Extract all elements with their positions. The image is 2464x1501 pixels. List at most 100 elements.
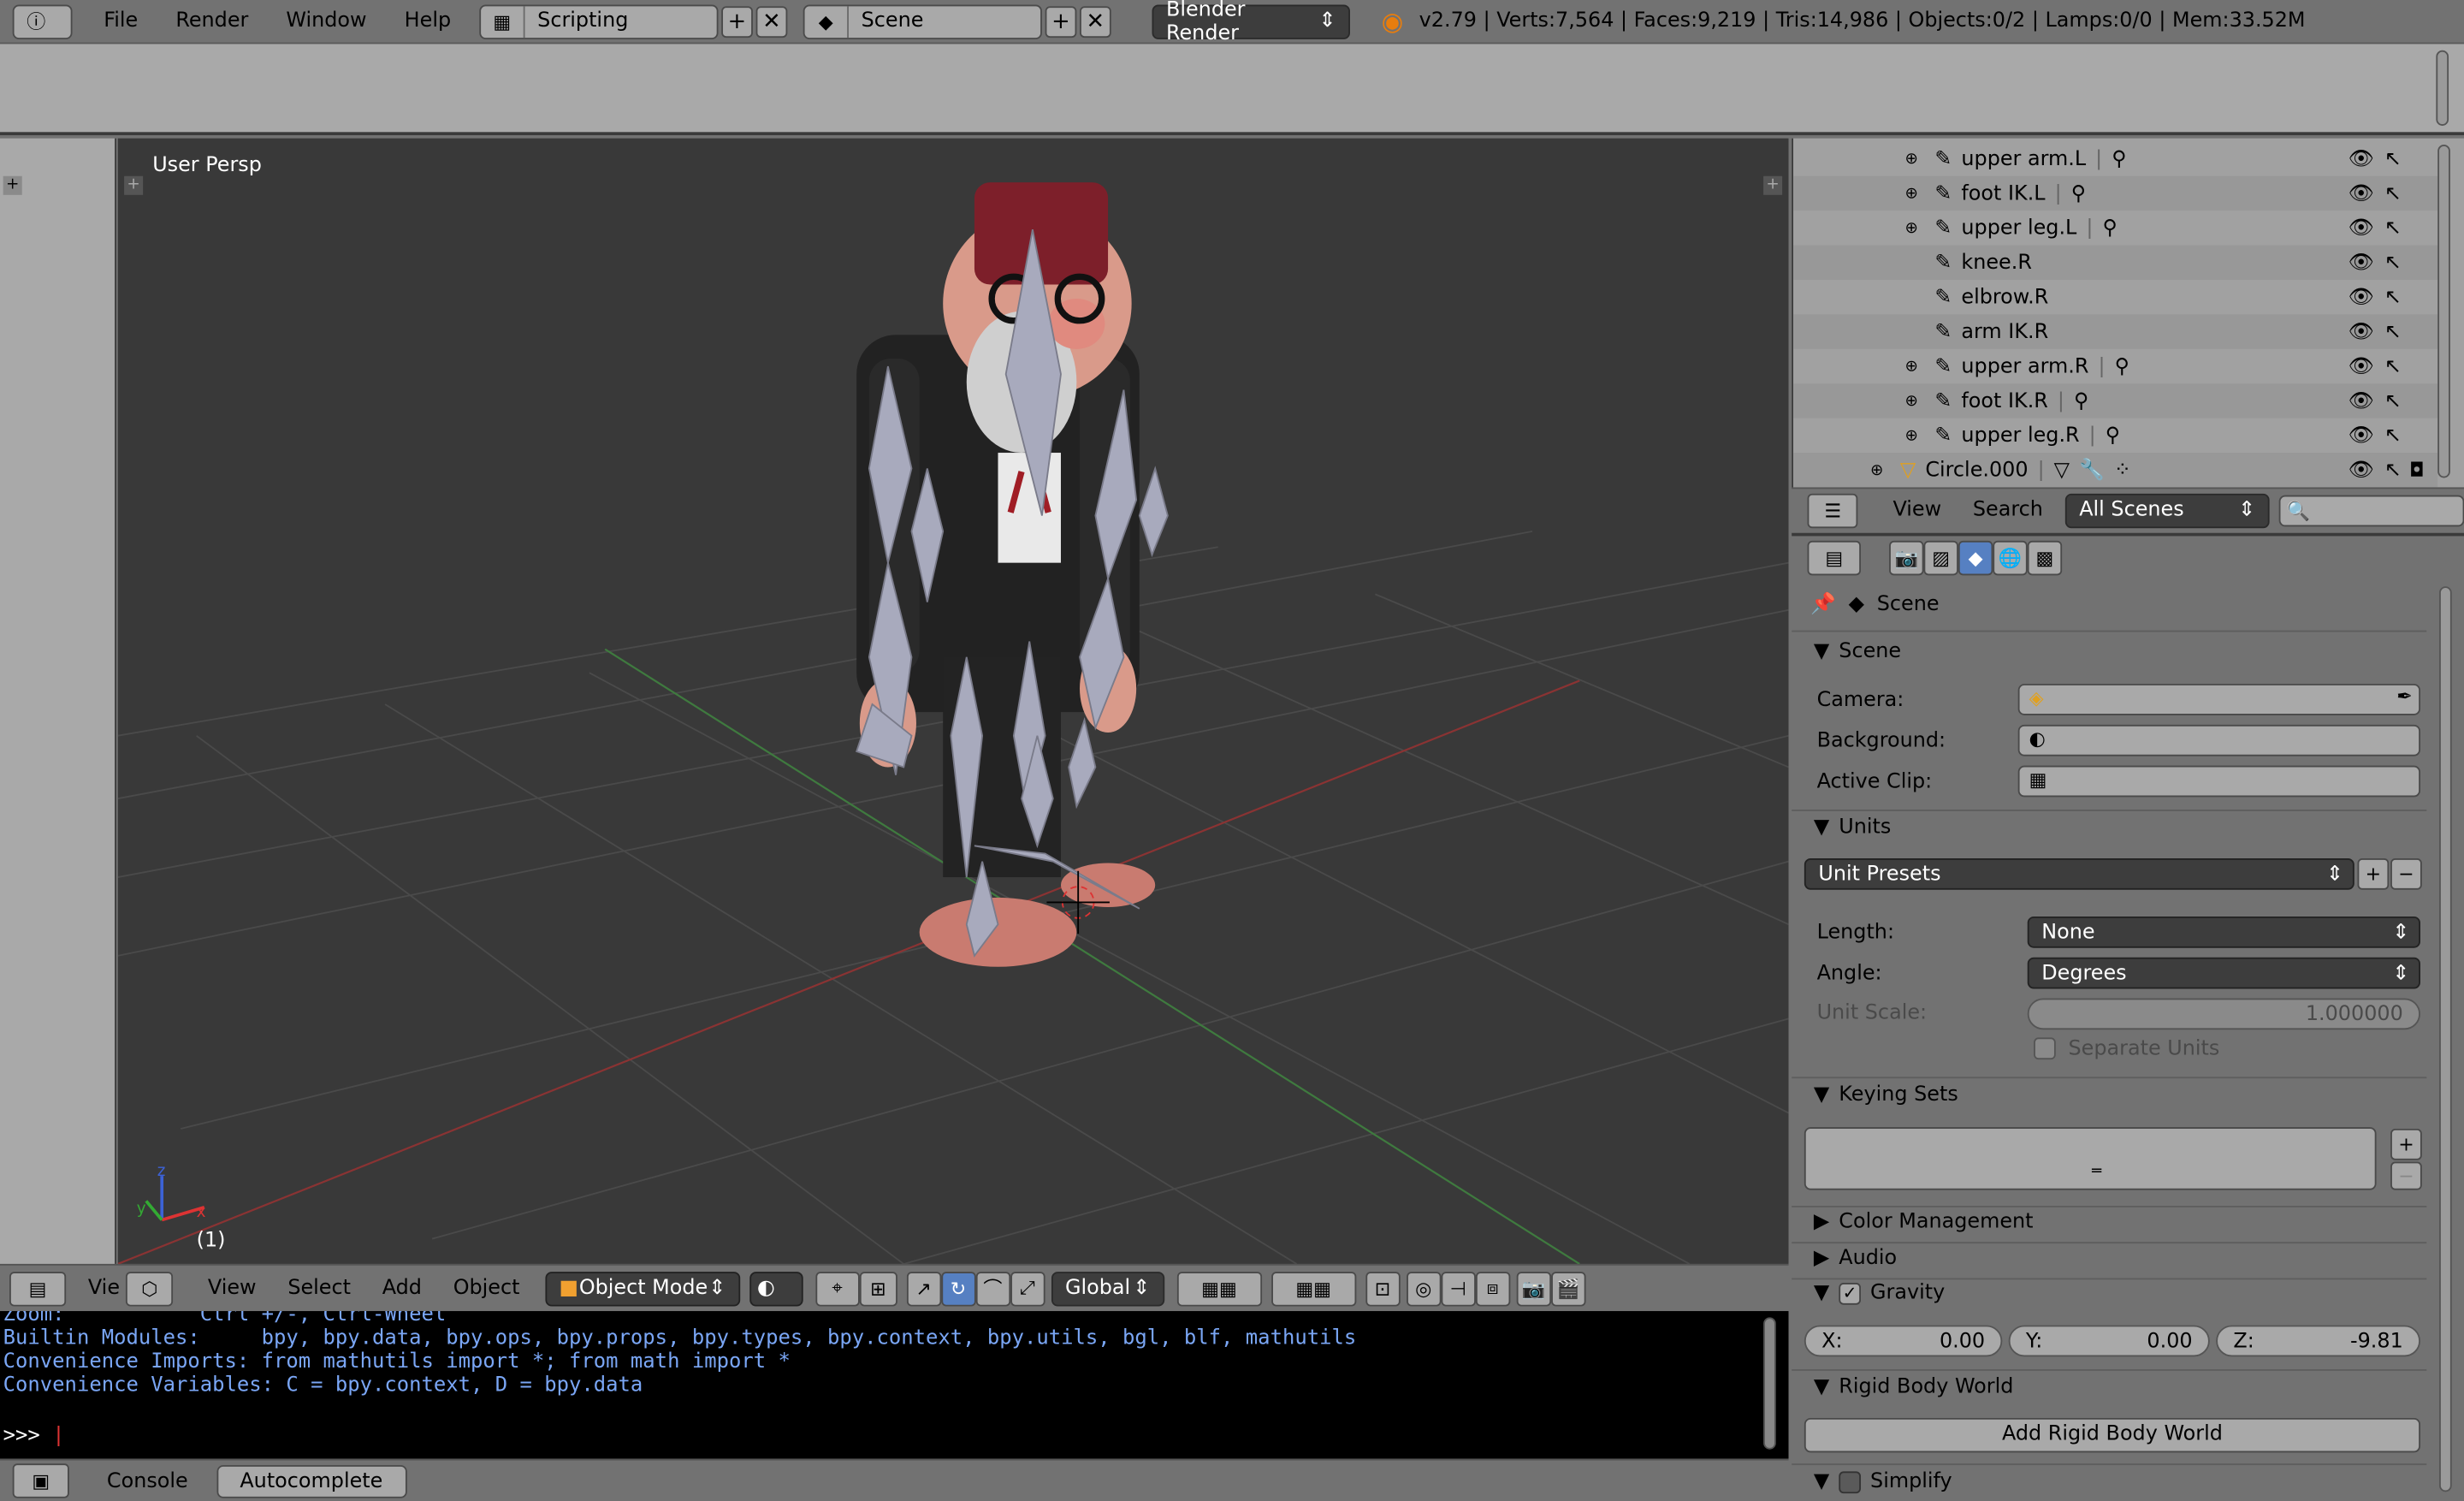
length-selector[interactable]: None ⇕ xyxy=(2027,916,2420,948)
select-cursor-icon[interactable]: ↖ xyxy=(2384,320,2402,344)
world-tab-icon[interactable]: 🌐 xyxy=(1993,540,2028,576)
list-resize-handle-icon[interactable]: ═ xyxy=(2092,1163,2101,1180)
viewport-shading-selector[interactable]: ◐ xyxy=(749,1271,803,1306)
editor-type-properties-icon[interactable]: ▤ xyxy=(1807,540,1862,576)
eye-icon[interactable]: 👁 xyxy=(2348,251,2373,275)
expand-icon[interactable]: ⊕ xyxy=(1904,219,1917,236)
render-tab-icon[interactable]: 📷 xyxy=(1889,540,1924,576)
outliner-row[interactable]: ⊕ ✎ upper leg.L | ⚲ 👁 ↖ xyxy=(1793,211,2437,245)
bone-name[interactable]: arm IK.R xyxy=(1961,320,2048,344)
viewport-expand-icon[interactable]: + xyxy=(124,175,144,195)
select-cursor-icon[interactable]: ↖ xyxy=(2384,424,2402,448)
eye-icon[interactable]: 👁 xyxy=(2348,147,2373,171)
outliner-row[interactable]: ✎ elbrow.R 👁 ↖ xyxy=(1793,280,2437,314)
tool-shelf-expand-icon[interactable]: + xyxy=(3,175,22,195)
outliner-row[interactable]: ✎ arm IK.R 👁 ↖ xyxy=(1793,314,2438,349)
add-layout-button[interactable]: + xyxy=(721,5,753,38)
gravity-y-field[interactable]: Y: 0.00 xyxy=(2008,1325,2210,1357)
layers-grid-2[interactable]: ▦▦ xyxy=(1270,1271,1356,1306)
render-animation-icon[interactable]: 🎬 xyxy=(1550,1271,1585,1306)
outliner-display-mode-selector[interactable]: All Scenes ⇕ xyxy=(2064,492,2270,528)
eye-icon[interactable]: 👁 xyxy=(2348,389,2373,413)
menu-help[interactable]: Help xyxy=(386,0,471,44)
console-editor-type-selector[interactable]: ▤ xyxy=(9,1271,67,1306)
view-menu-abbrev[interactable]: Vie xyxy=(66,1277,126,1301)
add-scene-button[interactable]: + xyxy=(1045,5,1077,38)
3d-viewport[interactable]: z x y User Persp (1) + + xyxy=(117,138,1789,1264)
outliner-row[interactable]: ⊕ ✎ upper arm.L | ⚲ 👁 ↖ xyxy=(1793,141,2437,175)
select-cursor-icon[interactable]: ↖ xyxy=(2384,181,2402,205)
eye-icon[interactable]: 👁 xyxy=(2348,320,2373,344)
transform-orientation-selector[interactable]: Global ⇕ xyxy=(1051,1271,1164,1306)
menu-window[interactable]: Window xyxy=(267,0,385,44)
keying-sets-panel-header[interactable]: ▼ Keying Sets xyxy=(1814,1083,1958,1107)
expand-icon[interactable]: ⊕ xyxy=(1904,150,1917,167)
gravity-x-field[interactable]: X: 0.00 xyxy=(1804,1325,2003,1357)
scale-manipulator-icon[interactable]: ⌒ xyxy=(975,1271,1010,1306)
eye-icon[interactable]: 👁 xyxy=(2348,458,2373,482)
active-clip-field[interactable]: ▦ xyxy=(2017,765,2420,798)
outliner-row[interactable]: ⊕ ✎ upper arm.R | ⚲ 👁 ↖ xyxy=(1793,349,2437,383)
snap-icon[interactable]: ⊣ xyxy=(1440,1271,1476,1306)
simplify-panel-header[interactable]: ▼ Simplify xyxy=(1814,1470,1952,1494)
eye-icon[interactable]: 👁 xyxy=(2348,181,2373,205)
render-opengl-icon[interactable]: 📷 xyxy=(1516,1271,1551,1306)
outliner-row[interactable]: ⊕ ▽ Circle.000 | ▽ 🔧 ⁘ 👁 ↖ ◘ xyxy=(1793,453,2438,488)
layers-grid-1[interactable]: ▦▦ xyxy=(1176,1271,1262,1306)
gravity-checkbox[interactable]: ✓ xyxy=(1839,1282,1862,1304)
console-menu[interactable]: Console xyxy=(92,1469,204,1493)
eye-icon[interactable]: 👁 xyxy=(2348,285,2373,309)
editor-type-console-icon[interactable]: ▣ xyxy=(12,1463,69,1498)
outliner-row[interactable]: ⊕ ✎ foot IK.R | ⚲ 👁 ↖ xyxy=(1793,383,2438,418)
color-management-panel-header[interactable]: ▶ Color Management xyxy=(1814,1210,2034,1234)
menu-add[interactable]: Add xyxy=(366,1277,437,1301)
simplify-checkbox[interactable] xyxy=(1839,1470,1862,1493)
delete-layout-button[interactable]: ✕ xyxy=(755,5,788,38)
outliner-scrollbar[interactable] xyxy=(2437,145,2450,478)
proportional-edit-icon[interactable]: ◎ xyxy=(1406,1271,1441,1306)
editor-type-selector[interactable]: ⓘ xyxy=(12,3,73,39)
outliner-row[interactable]: ⊕ ✎ upper leg.R | ⚲ 👁 ↖ xyxy=(1793,418,2437,453)
lock-layers-icon[interactable]: ⊡ xyxy=(1365,1271,1401,1306)
manipulator-space-icon[interactable]: ⤢ xyxy=(1010,1271,1045,1306)
keying-sets-list[interactable]: ═ xyxy=(1804,1127,2377,1190)
autocomplete-button[interactable]: Autocomplete xyxy=(216,1464,406,1498)
menu-select[interactable]: Select xyxy=(272,1277,366,1301)
render-camera-icon[interactable]: ◘ xyxy=(2409,459,2424,481)
outliner-view-menu[interactable]: View xyxy=(1877,498,1957,522)
select-cursor-icon[interactable]: ↖ xyxy=(2384,217,2402,240)
scene-selector[interactable]: ◆ Scene xyxy=(803,3,1042,39)
console-scrollbar[interactable] xyxy=(1763,1317,1776,1450)
gravity-z-field[interactable]: Z: -9.81 xyxy=(2216,1325,2420,1357)
select-cursor-icon[interactable]: ↖ xyxy=(2384,389,2402,413)
select-cursor-icon[interactable]: ↖ xyxy=(2384,147,2402,171)
audio-panel-header[interactable]: ▶ Audio xyxy=(1814,1247,1897,1271)
render-engine-selector[interactable]: Blender Render ⇕ xyxy=(1152,0,1350,44)
eye-icon[interactable]: 👁 xyxy=(2348,354,2373,378)
texture-tab-icon[interactable]: ▩ xyxy=(2027,540,2063,576)
menu-file[interactable]: File xyxy=(85,0,157,44)
info-scrollbar[interactable] xyxy=(2436,50,2449,126)
expand-icon[interactable]: ⊕ xyxy=(1904,358,1917,375)
select-cursor-icon[interactable]: ↖ xyxy=(2384,458,2402,482)
expand-icon[interactable]: ⊕ xyxy=(1904,185,1917,202)
remove-preset-button[interactable]: − xyxy=(2390,858,2422,890)
delete-scene-button[interactable]: ✕ xyxy=(1079,5,1111,38)
properties-region-expand-icon[interactable]: + xyxy=(1763,175,1783,195)
editor-type-3d-view[interactable]: ⬡ xyxy=(126,1271,174,1306)
bone-name[interactable]: upper arm.L xyxy=(1961,147,2086,171)
outliner-row[interactable]: ✎ knee.R 👁 ↖ xyxy=(1793,245,2438,280)
bone-name[interactable]: upper leg.L xyxy=(1961,217,2076,240)
unit-presets-selector[interactable]: Unit Presets ⇕ xyxy=(1804,858,2354,890)
render-layers-tab-icon[interactable]: ▨ xyxy=(1923,540,1958,576)
rigid-body-world-panel-header[interactable]: ▼ Rigid Body World xyxy=(1814,1375,2014,1399)
scene-name[interactable]: Scene xyxy=(849,9,1040,33)
bone-name[interactable]: upper arm.R xyxy=(1961,354,2088,378)
expand-icon[interactable]: ⊕ xyxy=(1904,427,1917,444)
outliner-search-menu[interactable]: Search xyxy=(1958,498,2059,522)
outliner[interactable]: ⊕ ✎ upper arm.L | ⚲ 👁 ↖ ⊕ ✎ foot IK.L | ⚲ 👁 ↖ ⊕ … xyxy=(1792,138,2464,488)
units-panel-header[interactable]: ▼ Units xyxy=(1814,816,1891,839)
eyedropper-icon[interactable]: ✒ xyxy=(2396,685,2412,708)
pin-icon[interactable]: 📌 xyxy=(1810,593,1836,617)
camera-field[interactable]: ◈ ✒ xyxy=(2017,684,2420,715)
